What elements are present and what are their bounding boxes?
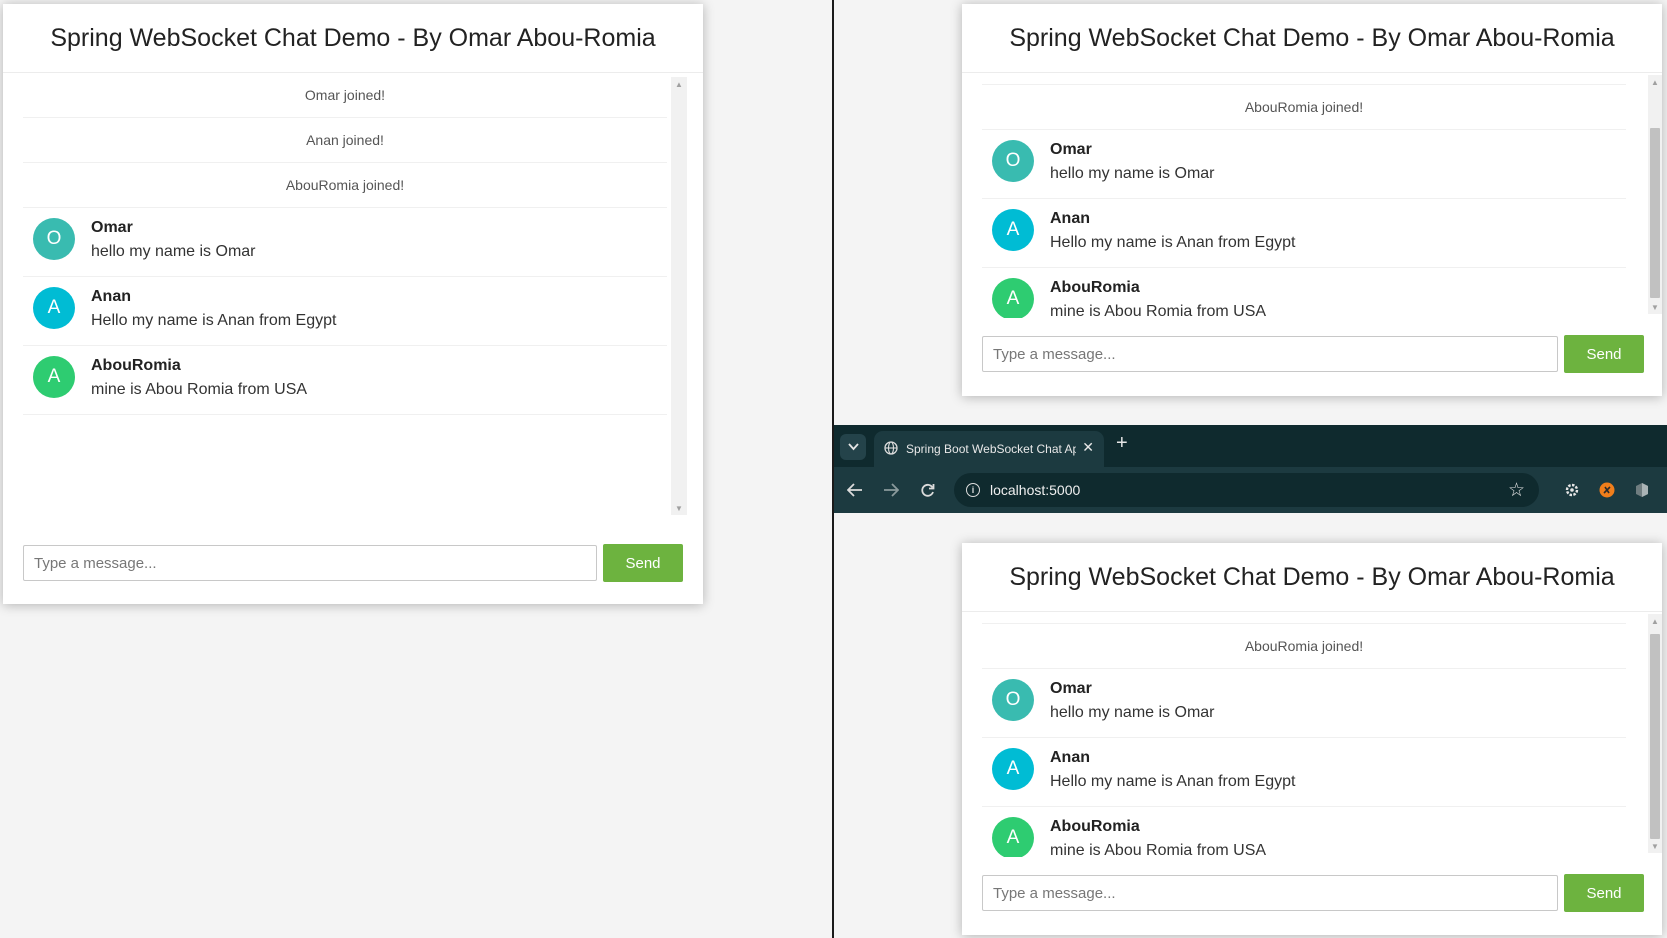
avatar: O	[33, 218, 75, 260]
chat-message: A AbouRomia mine is Abou Romia from USA	[982, 807, 1626, 857]
message-text: mine is Abou Romia from USA	[1050, 842, 1267, 857]
event-message: AbouRomia joined!	[982, 624, 1626, 669]
message-area[interactable]: Anan joined! AbouRomia joined! O Omar he…	[962, 612, 1662, 857]
scrollbar[interactable]: ▲ ▼	[671, 77, 687, 515]
chat-window-left: Spring WebSocket Chat Demo - By Omar Abo…	[3, 4, 703, 604]
avatar: O	[992, 679, 1034, 721]
sender-name: AbouRomia	[1050, 279, 1140, 296]
avatar: A	[992, 209, 1034, 251]
message-text: hello my name is Omar	[1050, 704, 1215, 721]
event-message: AbouRomia joined!	[982, 85, 1626, 130]
browser-chrome: Spring Boot WebSocket Chat App ✕ + i loc…	[834, 425, 1667, 513]
header-title: Spring WebSocket Chat Demo - By Omar Abo…	[1009, 562, 1615, 591]
message-text: Hello my name is Anan from Egypt	[1050, 234, 1296, 251]
scrollbar[interactable]: ▲ ▼	[1648, 75, 1662, 314]
chat-header: Spring WebSocket Chat Demo - By Omar Abo…	[962, 543, 1662, 612]
event-text: Anan joined!	[306, 132, 384, 148]
arrow-right-icon[interactable]	[880, 479, 902, 501]
plus-icon[interactable]: +	[1116, 432, 1128, 455]
message-input[interactable]	[982, 875, 1558, 911]
sender-name: Omar	[1050, 680, 1092, 697]
scroll-down-arrow-icon[interactable]: ▼	[671, 501, 687, 515]
tab-strip: Spring Boot WebSocket Chat App ✕ +	[834, 425, 1667, 467]
chat-header: Spring WebSocket Chat Demo - By Omar Abo…	[962, 4, 1662, 73]
event-message: Anan joined!	[982, 612, 1626, 624]
scroll-up-arrow-icon[interactable]: ▲	[1648, 75, 1662, 89]
message-text: Hello my name is Anan from Egypt	[1050, 773, 1296, 790]
avatar: A	[33, 287, 75, 329]
scroll-down-arrow-icon[interactable]: ▼	[1648, 839, 1662, 853]
message-area[interactable]: Omar joined! Anan joined! AbouRomia join…	[3, 73, 703, 523]
gear-extension-icon[interactable]	[1561, 479, 1583, 501]
event-message: Anan joined!	[23, 118, 667, 163]
chat-message: A Anan Hello my name is Anan from Egypt	[982, 199, 1626, 268]
event-text: Omar joined!	[304, 87, 386, 103]
reload-icon[interactable]	[916, 479, 938, 501]
chat-window-right-bottom: Spring WebSocket Chat Demo - By Omar Abo…	[962, 543, 1662, 935]
header-title: Spring WebSocket Chat Demo - By Omar Abo…	[50, 23, 656, 52]
message-form: Send	[23, 544, 683, 582]
send-button[interactable]: Send	[603, 544, 683, 582]
chat-message: O Omar hello my name is Omar	[982, 669, 1626, 738]
chat-message: A Anan Hello my name is Anan from Egypt	[23, 277, 667, 346]
avatar: A	[992, 278, 1034, 318]
chat-header: Spring WebSocket Chat Demo - By Omar Abo…	[3, 4, 703, 73]
avatar: O	[992, 140, 1034, 182]
url-text[interactable]: localhost:5000	[990, 482, 1080, 498]
orange-extension-icon[interactable]	[1596, 479, 1618, 501]
avatar: A	[992, 748, 1034, 790]
message-area[interactable]: Anan joined! AbouRomia joined! O Omar he…	[962, 73, 1662, 318]
chat-window-right-top: Spring WebSocket Chat Demo - By Omar Abo…	[962, 4, 1662, 396]
event-text: AbouRomia joined!	[1244, 99, 1364, 115]
browser-tab[interactable]: Spring Boot WebSocket Chat App ✕	[874, 431, 1104, 467]
message-text: Hello my name is Anan from Egypt	[91, 312, 337, 329]
sender-name: AbouRomia	[1050, 818, 1140, 835]
event-message: Omar joined!	[23, 73, 667, 118]
sender-name: Anan	[91, 288, 131, 305]
scroll-up-arrow-icon[interactable]: ▲	[1648, 614, 1662, 628]
event-message: AbouRomia joined!	[23, 163, 667, 208]
event-text: AbouRomia joined!	[285, 177, 405, 193]
scroll-thumb[interactable]	[1650, 634, 1660, 839]
info-icon[interactable]: i	[966, 483, 980, 497]
sender-name: AbouRomia	[91, 357, 181, 374]
message-text: hello my name is Omar	[1050, 165, 1215, 182]
browser-toolbar: i localhost:5000 ☆	[834, 467, 1667, 513]
star-icon[interactable]: ☆	[1508, 479, 1525, 502]
sender-name: Anan	[1050, 210, 1090, 227]
chevron-down-icon[interactable]	[840, 434, 866, 460]
message-input[interactable]	[982, 336, 1558, 372]
header-title: Spring WebSocket Chat Demo - By Omar Abo…	[1009, 23, 1615, 52]
tab-title: Spring Boot WebSocket Chat App	[906, 442, 1076, 456]
chat-message: O Omar hello my name is Omar	[23, 208, 667, 277]
scroll-down-arrow-icon[interactable]: ▼	[1648, 300, 1662, 314]
scrollbar[interactable]: ▲ ▼	[1648, 614, 1662, 853]
chat-message: A AbouRomia mine is Abou Romia from USA	[23, 346, 667, 415]
message-text: hello my name is Omar	[91, 243, 256, 260]
globe-icon	[884, 441, 898, 455]
arrow-left-icon[interactable]	[844, 479, 866, 501]
scroll-thumb[interactable]	[1650, 128, 1660, 298]
address-bar[interactable]: i localhost:5000 ☆	[954, 473, 1539, 507]
scroll-up-arrow-icon[interactable]: ▲	[671, 77, 687, 91]
message-input[interactable]	[23, 545, 597, 581]
send-button[interactable]: Send	[1564, 874, 1644, 912]
send-button[interactable]: Send	[1564, 335, 1644, 373]
message-form: Send	[982, 335, 1644, 373]
event-message: Anan joined!	[982, 73, 1626, 85]
message-text: mine is Abou Romia from USA	[91, 381, 308, 398]
puzzle-extension-icon[interactable]	[1631, 479, 1653, 501]
sender-name: Omar	[1050, 141, 1092, 158]
sender-name: Anan	[1050, 749, 1090, 766]
close-icon[interactable]: ✕	[1082, 439, 1094, 456]
message-form: Send	[982, 874, 1644, 912]
avatar: A	[992, 817, 1034, 857]
event-text: AbouRomia joined!	[1244, 638, 1364, 654]
chat-message: A Anan Hello my name is Anan from Egypt	[982, 738, 1626, 807]
sender-name: Omar	[91, 219, 133, 236]
chat-message: O Omar hello my name is Omar	[982, 130, 1626, 199]
message-text: mine is Abou Romia from USA	[1050, 303, 1267, 318]
chat-message: A AbouRomia mine is Abou Romia from USA	[982, 268, 1626, 318]
avatar: A	[33, 356, 75, 398]
